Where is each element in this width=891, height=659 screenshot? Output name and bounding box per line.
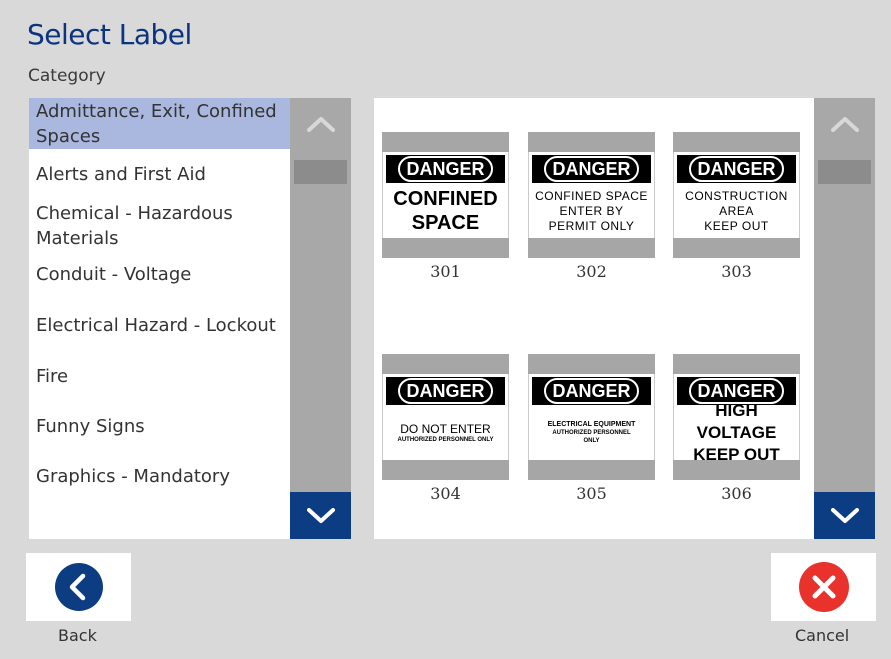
category-item-admittance[interactable]: Admittance, Exit, Confined Spaces (29, 98, 291, 149)
category-item-graphics[interactable]: Graphics - Mandatory (29, 464, 291, 489)
label-tile-303[interactable]: DANGER CONSTRUCTION AREA KEEP OUT 303 (673, 132, 800, 282)
chevron-up-icon (306, 117, 335, 132)
label-frame-top (382, 132, 509, 152)
label-number: 304 (430, 484, 461, 503)
label-grid: DANGER CONFINED SPACE 301 DANGER CONFINE… (374, 98, 814, 539)
label-preview: DANGER DO NOT ENTER AUTHORIZED PERSONNEL… (382, 374, 509, 460)
category-item-conduit[interactable]: Conduit - Voltage (29, 262, 291, 287)
label-tile-301[interactable]: DANGER CONFINED SPACE 301 (382, 132, 509, 282)
label-message: ELECTRICAL EQUIPMENT AUTHORIZED PERSONNE… (547, 421, 636, 444)
label-tile-304[interactable]: DANGER DO NOT ENTER AUTHORIZED PERSONNEL… (382, 354, 509, 504)
label-preview: DANGER ELECTRICAL EQUIPMENT AUTHORIZED P… (528, 374, 655, 460)
label-tile-305[interactable]: DANGER ELECTRICAL EQUIPMENT AUTHORIZED P… (528, 354, 655, 504)
label-frame-top (673, 354, 800, 374)
label-number: 303 (721, 262, 752, 281)
label-message: CONFINED SPACE ENTER BY PERMIT ONLY (535, 188, 648, 233)
chevron-left-circle-icon (54, 563, 103, 611)
label-frame-bottom (382, 238, 509, 258)
label-preview: DANGER CONFINED SPACE ENTER BY PERMIT ON… (528, 152, 655, 238)
label-frame-bottom (528, 460, 655, 480)
label-frame-bottom (382, 460, 509, 480)
label-preview: DANGER CONSTRUCTION AREA KEEP OUT (673, 152, 800, 238)
category-scroll-up-button[interactable] (290, 98, 351, 150)
label-frame-top (382, 354, 509, 374)
label-number: 306 (721, 484, 752, 503)
category-item-electrical[interactable]: Electrical Hazard - Lockout (29, 313, 291, 338)
category-scrollbar[interactable] (290, 98, 351, 539)
label-message: HIGH VOLTAGE KEEP OUT (693, 401, 780, 464)
category-scroll-down-button[interactable] (290, 492, 351, 539)
label-preview: DANGER HIGH VOLTAGE KEEP OUT (673, 374, 800, 464)
cancel-button[interactable] (771, 553, 876, 621)
label-tile-306[interactable]: DANGER HIGH VOLTAGE KEEP OUT 306 (673, 354, 800, 504)
label-message: DO NOT ENTER AUTHORIZED PERSONNEL ONLY (397, 422, 494, 443)
category-heading: Category (28, 66, 106, 86)
label-message: CONSTRUCTION AREA KEEP OUT (685, 188, 788, 233)
label-scroll-up-button[interactable] (814, 98, 875, 150)
label-tile-302[interactable]: DANGER CONFINED SPACE ENTER BY PERMIT ON… (528, 132, 655, 282)
danger-header: DANGER (532, 155, 651, 183)
danger-header: DANGER (532, 377, 651, 405)
category-item-funny-signs[interactable]: Funny Signs (29, 414, 291, 439)
danger-header: DANGER (386, 377, 505, 405)
label-scroll-down-button[interactable] (814, 492, 875, 539)
close-circle-icon (798, 562, 849, 612)
back-label: Back (58, 626, 97, 645)
label-number: 301 (430, 262, 461, 281)
chevron-up-icon (830, 117, 859, 132)
page-title: Select Label (27, 18, 192, 51)
label-number: 305 (576, 484, 607, 503)
label-message: CONFINED SPACE (393, 188, 498, 234)
category-item-chemical[interactable]: Chemical - Hazardous Materials (29, 201, 291, 251)
category-scroll-thumb[interactable] (294, 160, 347, 184)
label-frame-bottom (673, 460, 800, 480)
category-list: Admittance, Exit, Confined Spaces Alerts… (29, 98, 291, 539)
label-frame-top (528, 354, 655, 374)
label-frame-bottom (673, 238, 800, 258)
label-number: 302 (576, 262, 607, 281)
back-button[interactable] (26, 553, 131, 621)
danger-header: DANGER (677, 155, 796, 183)
label-preview: DANGER CONFINED SPACE (382, 152, 509, 238)
category-item-fire[interactable]: Fire (29, 364, 291, 389)
label-scroll-thumb[interactable] (818, 160, 871, 184)
label-scrollbar[interactable] (814, 98, 875, 539)
danger-header: DANGER (386, 155, 505, 183)
label-frame-bottom (528, 238, 655, 258)
chevron-down-icon (830, 507, 859, 523)
chevron-down-icon (306, 507, 335, 523)
label-frame-top (528, 132, 655, 152)
category-item-alerts[interactable]: Alerts and First Aid (29, 162, 291, 187)
label-frame-top (673, 132, 800, 152)
cancel-label: Cancel (795, 626, 850, 645)
